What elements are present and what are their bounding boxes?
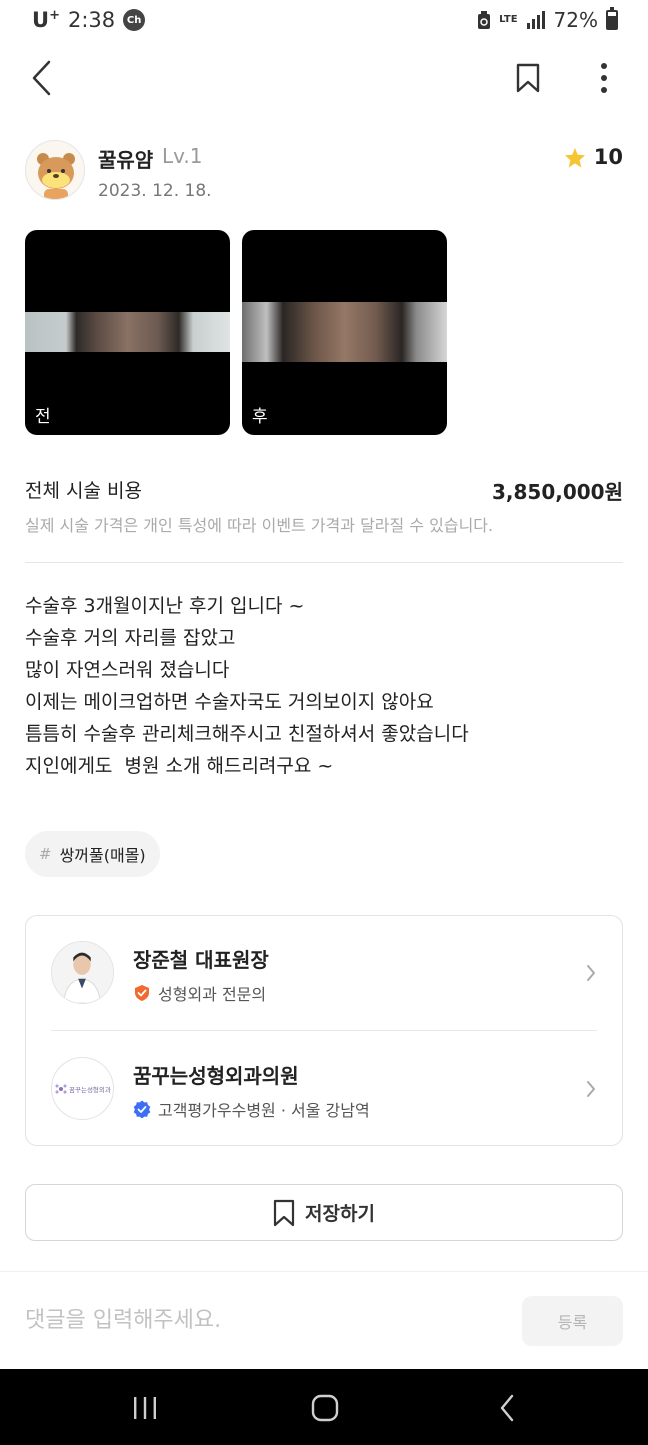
back-button[interactable] [14,50,70,106]
top-toolbar [0,50,648,106]
clinic-logo-text: 꿈꾸는성형외과 [69,1085,111,1094]
review-line: 틈틈히 수술후 관리체크해주시고 친절하셔서 좋았습니다 [25,723,469,745]
doctor-clinic-card: 장준철 대표원장 성형외과 전문의 꿈꾸는성형외과 꿈꾸는성형외과의원 고객평가… [25,915,623,1146]
comment-input[interactable] [25,1292,495,1348]
status-time: 2:38 [67,8,116,32]
verified-badge-icon [133,1100,151,1118]
carrier-plus: + [49,8,60,23]
review-line: 지인에게도 병원 소개 해드리려구요 ~ [25,755,334,777]
status-right: LTE 72% [477,7,618,32]
after-photo-label: 후 [252,407,268,427]
signal-icon [526,11,545,29]
bear-avatar-icon [37,153,75,199]
clinic-row[interactable]: 꿈꾸는성형외과 꿈꾸는성형외과의원 고객평가우수병원 · 서울 강남역 [26,1032,624,1146]
channel-notification-icon: Ch [123,9,146,31]
doctor-specialty: 성형외과 전문의 [133,981,266,1005]
clinic-subtitle: 고객평가우수병원 · 서울 강남역 [133,1097,370,1121]
after-photo-image [242,302,447,362]
author-avatar[interactable] [25,140,85,200]
star-icon [564,147,585,168]
clinic-logo: 꿈꾸는성형외과 [51,1057,114,1120]
post-date: 2023. 12. 18. [98,181,212,201]
before-photo-label: 전 [35,407,51,427]
recycle-notification-icon [478,11,491,29]
battery-percent: 72% [553,8,598,32]
more-options-button[interactable] [576,50,632,106]
rating-value: 10 [593,145,623,169]
tag-label: 쌍꺼풀(매몰) [59,846,146,865]
cost-disclaimer: 실제 시술 가격은 개인 특성에 따라 이벤트 가격과 달라질 수 있습니다. [25,516,494,535]
total-cost-value: 3,850,000원 [491,480,623,504]
review-author: 꿀유얌 Lv.1 2023. 12. 18. 10 [25,140,623,204]
review-line: 수술후 3개월이지난 후기 입니다 ~ [25,595,305,617]
review-line: 수술후 거의 자리를 잡았고 [25,627,236,649]
review-line: 이제는 메이크업하면 수술자국도 거의보이지 않아요 [25,691,434,713]
chevron-right-icon [587,1081,595,1097]
save-button-label: 저장하기 [305,1203,375,1225]
tag-chip[interactable]: # 쌍꺼풀(매몰) [25,831,160,877]
home-button[interactable] [300,1383,350,1433]
bookmark-button[interactable] [500,50,556,106]
author-name[interactable]: 꿀유얌 [98,144,153,173]
bookmark-icon [273,1199,295,1226]
clinic-subtitle-label: 고객평가우수병원 · 서울 강남역 [158,1101,370,1120]
more-vertical-icon [601,63,607,93]
comment-bar: 등록 [0,1271,648,1369]
clinic-logo-icon: 꿈꾸는성형외과 [55,1084,111,1094]
doctor-name: 장준철 대표원장 [133,948,269,972]
hashtag-icon: # [39,845,52,863]
system-back-button[interactable] [482,1383,532,1433]
carrier-label: U+ [32,8,60,32]
doctor-row[interactable]: 장준철 대표원장 성형외과 전문의 [26,916,624,1030]
battery-icon [606,7,618,30]
submit-comment-button[interactable]: 등록 [522,1296,623,1346]
review-line: 많이 자연스러워 졌습니다 [25,659,230,681]
rating: 10 [564,145,623,169]
total-cost-row: 전체 시술 비용 3,850,000원 [25,476,623,506]
recent-apps-button[interactable] [120,1383,170,1433]
doctor-photo-icon [52,942,113,1003]
doctor-specialty-label: 성형외과 전문의 [158,985,267,1004]
specialist-badge-icon [135,985,149,1001]
after-photo[interactable]: 후 [242,230,447,435]
back-arrow-icon [32,60,51,96]
recent-apps-icon [134,1397,156,1419]
before-photo-image [25,312,230,352]
home-icon [311,1394,339,1422]
carrier-text: U [32,8,50,32]
author-level: Lv.1 [162,144,203,168]
clinic-name: 꿈꾸는성형외과의원 [133,1064,299,1088]
doctor-avatar [51,941,114,1004]
total-cost-label: 전체 시술 비용 [25,480,142,502]
status-bar: U+ 2:38 Ch LTE 72% [0,0,648,46]
chevron-right-icon [587,965,595,981]
back-icon [500,1394,514,1422]
section-divider [25,562,623,563]
status-left: U+ 2:38 Ch [32,8,146,32]
before-photo[interactable]: 전 [25,230,230,435]
card-divider [51,1030,597,1031]
bookmark-icon [516,63,540,93]
save-button[interactable]: 저장하기 [25,1184,623,1241]
system-navigation-bar [0,1369,648,1445]
review-text: 수술후 3개월이지난 후기 입니다 ~ 수술후 거의 자리를 잡았고 많이 자연… [25,590,623,782]
network-type: LTE [499,14,518,25]
